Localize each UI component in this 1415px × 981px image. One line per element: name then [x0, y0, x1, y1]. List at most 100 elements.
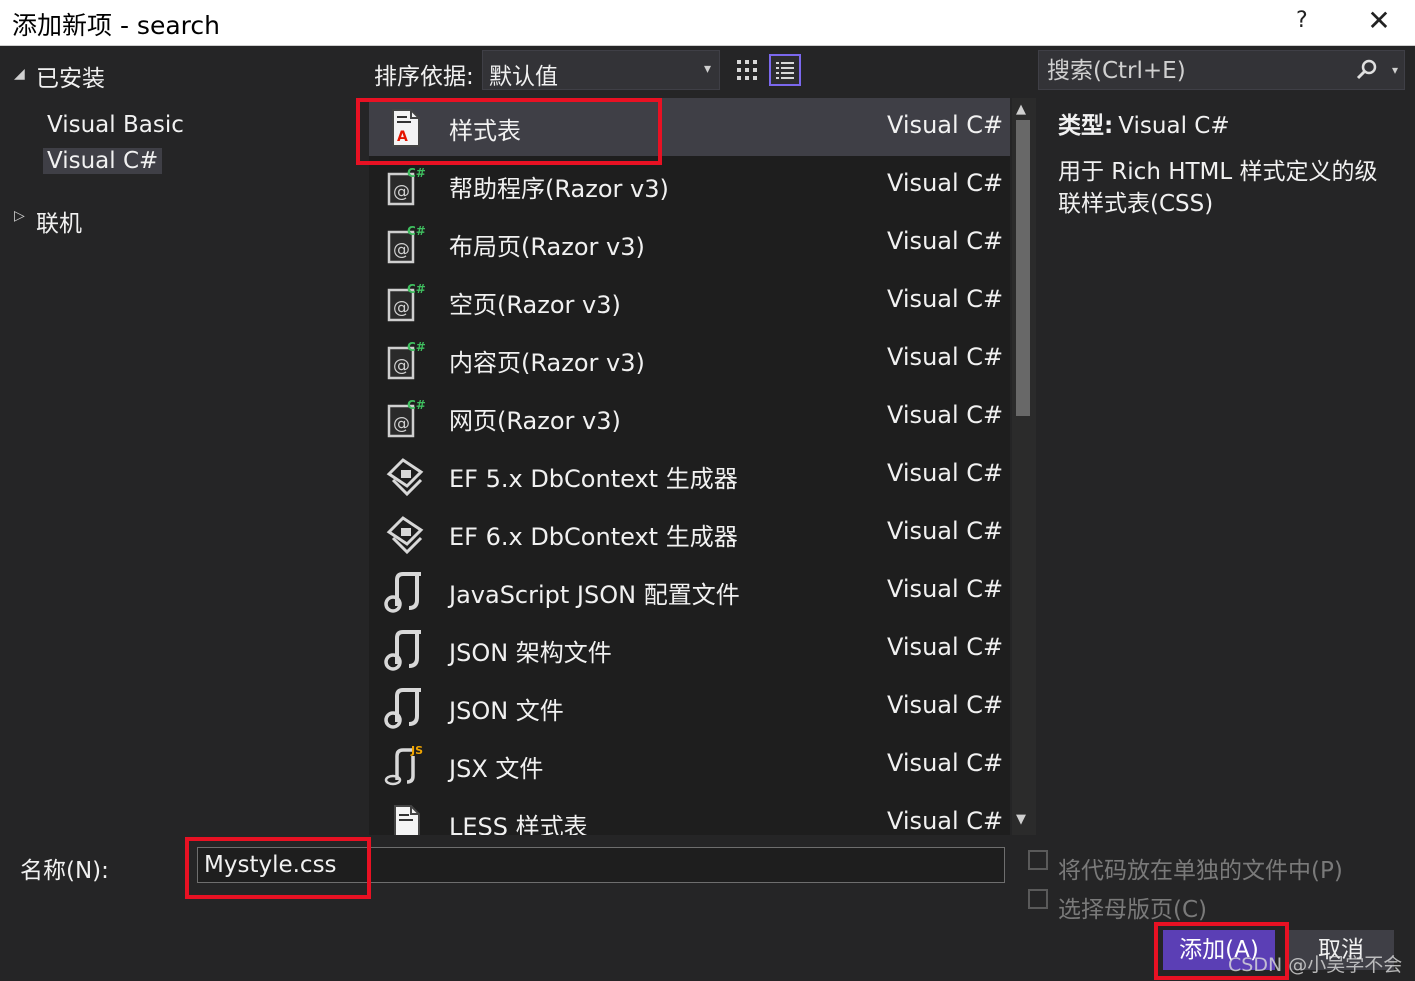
stylesheet-icon: A [392, 109, 420, 147]
template-row[interactable]: JSON 文件 Visual C# [369, 678, 1010, 736]
master-page-label: 选择母版页(C) [1058, 897, 1208, 923]
svg-text:A: A [397, 129, 408, 145]
template-name: 空页(Razor v3) [449, 291, 621, 319]
template-row[interactable]: JavaScript JSON 配置文件 Visual C# [369, 562, 1010, 620]
scroll-up-icon[interactable]: ▲ [1016, 102, 1026, 117]
search-options-icon[interactable]: ▾ [1392, 63, 1398, 77]
svg-text:C#: C# [407, 340, 426, 354]
template-language: Visual C# [887, 633, 1004, 661]
svg-text:C#: C# [407, 398, 426, 412]
list-icon [776, 62, 794, 79]
template-row[interactable]: EF 5.x DbContext 生成器 Visual C# [369, 446, 1010, 504]
razor-csharp-icon: @ C# [387, 282, 426, 322]
template-language: Visual C# [887, 401, 1004, 429]
template-row[interactable]: LESS 样式表 Visual C# [369, 794, 1010, 835]
template-row[interactable]: A 样式表 Visual C# [369, 98, 1010, 156]
tree-item-visual-csharp[interactable]: Visual C# [43, 148, 163, 174]
template-language: Visual C# [887, 459, 1004, 487]
template-language: Visual C# [887, 343, 1004, 371]
template-name: 布局页(Razor v3) [449, 233, 645, 261]
watermark: CSDN @小吴学不会 [1228, 954, 1403, 976]
json-file-icon [384, 630, 421, 671]
template-name: LESS 样式表 [449, 813, 588, 835]
tree-item-online[interactable]: 联机 [36, 204, 82, 238]
list-view-button[interactable] [769, 54, 801, 86]
tree-item-visual-basic[interactable]: Visual Basic [47, 112, 184, 138]
search-box[interactable]: ▾ [1038, 50, 1405, 90]
sort-dropdown[interactable]: 默认值 ▾ [482, 50, 720, 90]
details-pane: 类型: Visual C# 用于 Rich HTML 样式定义的级联样式表(CS… [1058, 106, 1398, 220]
svg-text:JS: JS [410, 744, 423, 757]
scrollbar-thumb[interactable] [1016, 120, 1030, 416]
template-language: Visual C# [887, 111, 1004, 139]
scroll-down-icon[interactable]: ▼ [1016, 812, 1026, 827]
svg-text:@: @ [393, 298, 410, 318]
name-label: 名称(N): [20, 858, 109, 884]
chevron-down-icon: ▾ [703, 61, 711, 77]
svg-text:@: @ [393, 240, 410, 260]
template-name: 内容页(Razor v3) [449, 349, 645, 377]
svg-text:C#: C# [407, 224, 426, 238]
template-language: Visual C# [887, 517, 1004, 545]
template-name: 样式表 [449, 117, 521, 145]
template-language: Visual C# [887, 749, 1004, 777]
template-language: Visual C# [887, 227, 1004, 255]
template-row[interactable]: @ C# 内容页(Razor v3) Visual C# [369, 330, 1010, 388]
less-stylesheet-icon [394, 805, 420, 835]
sort-value: 默认值 [489, 64, 558, 90]
razor-csharp-icon: @ C# [387, 398, 426, 438]
template-name: 帮助程序(Razor v3) [449, 175, 669, 203]
template-name: EF 5.x DbContext 生成器 [449, 465, 738, 493]
razor-csharp-icon: @ C# [387, 166, 426, 206]
svg-text:@: @ [393, 414, 410, 434]
template-row[interactable]: JSON 架构文件 Visual C# [369, 620, 1010, 678]
type-value: Visual C# [1118, 113, 1230, 139]
list-scrollbar[interactable]: ▲ ▼ [1012, 98, 1036, 835]
type-label: 类型: [1058, 113, 1114, 139]
svg-text:C#: C# [407, 282, 426, 296]
separate-file-label: 将代码放在单独的文件中(P) [1058, 858, 1343, 884]
template-name: JSON 文件 [449, 697, 564, 725]
help-button[interactable]: ? [1296, 8, 1308, 33]
template-name: 网页(Razor v3) [449, 407, 621, 435]
master-page-checkbox[interactable] [1028, 889, 1048, 909]
template-name: JavaScript JSON 配置文件 [449, 581, 740, 609]
jsx-file-icon: JS [384, 744, 423, 786]
sort-label: 排序依据: [374, 64, 474, 90]
svg-text:@: @ [393, 356, 410, 376]
template-name: JSON 架构文件 [449, 639, 612, 667]
name-field[interactable] [197, 847, 1005, 883]
collapsed-arrow-icon[interactable]: ▷ [14, 208, 25, 224]
template-language: Visual C# [887, 807, 1004, 835]
template-language: Visual C# [887, 169, 1004, 197]
template-row[interactable]: JS JSX 文件 Visual C# [369, 736, 1010, 794]
entity-framework-icon [386, 458, 424, 497]
search-icon[interactable] [1356, 59, 1378, 81]
title-bar: 添加新项 - search ? ✕ [0, 0, 1415, 46]
tree-item-installed[interactable]: 已安装 [36, 59, 105, 93]
template-language: Visual C# [887, 285, 1004, 313]
separate-file-checkbox[interactable] [1028, 850, 1048, 870]
svg-text:C#: C# [407, 166, 426, 180]
template-description: 用于 Rich HTML 样式定义的级联样式表(CSS) [1058, 159, 1378, 217]
template-list: A 样式表 Visual C# @ C# 帮助程序(Razor v3) Visu… [369, 98, 1010, 835]
window-title: 添加新项 - search [12, 11, 220, 40]
template-row[interactable]: @ C# 空页(Razor v3) Visual C# [369, 272, 1010, 330]
template-name: JSX 文件 [449, 755, 544, 783]
template-row[interactable]: @ C# 网页(Razor v3) Visual C# [369, 388, 1010, 446]
json-file-icon [384, 688, 421, 729]
json-file-icon [384, 572, 421, 613]
expanded-arrow-icon[interactable]: ◢ [14, 66, 25, 82]
template-language: Visual C# [887, 575, 1004, 603]
razor-csharp-icon: @ C# [387, 340, 426, 380]
template-language: Visual C# [887, 691, 1004, 719]
search-input[interactable] [1045, 55, 1349, 87]
entity-framework-icon [386, 516, 424, 555]
close-button[interactable]: ✕ [1362, 3, 1396, 39]
template-row[interactable]: EF 6.x DbContext 生成器 Visual C# [369, 504, 1010, 562]
template-row[interactable]: @ C# 布局页(Razor v3) Visual C# [369, 214, 1010, 272]
svg-text:@: @ [393, 182, 410, 202]
grid-icon [737, 60, 757, 80]
template-row[interactable]: @ C# 帮助程序(Razor v3) Visual C# [369, 156, 1010, 214]
grid-view-button[interactable] [731, 54, 763, 86]
